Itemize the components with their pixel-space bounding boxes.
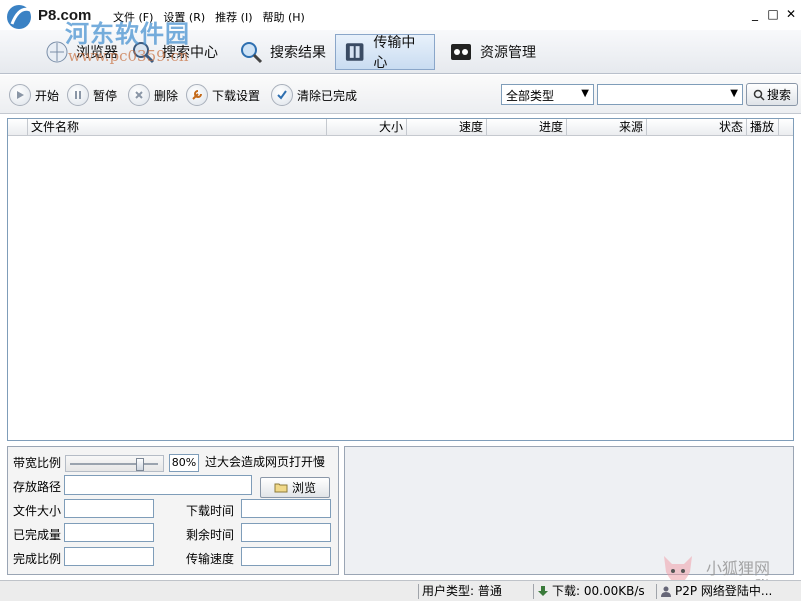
save-path-label: 存放路径	[13, 480, 62, 494]
download-speed-text: 下载: 00.00KB/s	[552, 584, 645, 598]
tab-resource-manager[interactable]: 资源管理	[442, 34, 542, 70]
clear-completed-label: 清除已完成	[297, 88, 358, 103]
status-divider	[656, 584, 657, 599]
bandwidth-slider[interactable]	[65, 455, 164, 472]
downloaded-field	[64, 523, 154, 542]
download-time-label: 下载时间	[186, 504, 235, 518]
transfer-speed-field	[241, 547, 331, 566]
download-time-field	[241, 499, 331, 518]
browse-button[interactable]: 浏览	[260, 477, 330, 498]
delete-x-icon	[128, 84, 150, 106]
type-filter-select[interactable]: 全部类型 ▼	[501, 84, 594, 105]
status-bar: 用户类型: 普通 下载: 00.00KB/s P2P 网络登陆中...	[0, 580, 801, 601]
pause-icon	[67, 84, 89, 106]
download-settings-label: 下载设置	[212, 88, 261, 103]
column-header-status[interactable]: 状态	[647, 119, 747, 136]
type-filter-value: 全部类型	[506, 89, 555, 103]
list-header: 文件名称 大小 速度 进度 来源 状态 播放	[8, 119, 793, 136]
chevron-down-icon: ▼	[581, 88, 589, 99]
completion-ratio-field	[64, 547, 154, 566]
column-header-progress[interactable]: 进度	[487, 119, 567, 136]
close-button[interactable]: ✕	[785, 7, 797, 21]
tab-search-results[interactable]: 搜索结果	[232, 34, 332, 70]
status-divider	[418, 584, 419, 599]
transfer-settings-panel: 带宽比例 80% 过大会造成网页打开慢 存放路径 浏览 文件大小 下载时间 已完…	[7, 446, 339, 575]
status-divider	[533, 584, 534, 599]
bandwidth-percent: 80%	[169, 454, 199, 472]
downloaded-label: 已完成量	[13, 528, 62, 542]
tab-label: 搜索结果	[270, 45, 326, 61]
search-button-label: 搜索	[766, 88, 791, 102]
download-settings-button[interactable]: 下载设置	[186, 83, 260, 107]
slider-groove	[70, 463, 158, 465]
start-label: 开始	[35, 88, 60, 103]
user-type-status: 用户类型: 普通	[422, 584, 502, 598]
folder-icon	[274, 483, 288, 493]
list-header-spacer	[8, 119, 28, 136]
window-controls: _ □ ✕	[749, 7, 797, 21]
pause-button[interactable]: 暂停	[67, 83, 117, 107]
magnifier-icon	[241, 42, 263, 64]
wrench-icon	[186, 84, 208, 106]
clear-completed-button[interactable]: 清除已完成	[271, 83, 357, 107]
download-arrow-icon	[538, 586, 548, 596]
p2p-status: P2P 网络登陆中...	[661, 583, 797, 600]
menu-recommend[interactable]: 推荐 (I)	[214, 9, 253, 25]
watermark-site-name: 河东软件园	[65, 19, 190, 48]
column-header-size[interactable]: 大小	[327, 119, 407, 136]
file-size-field	[64, 499, 154, 518]
corner-watermark-text: 小狐狸网	[706, 559, 771, 578]
minimize-button[interactable]: _	[749, 7, 761, 21]
checkmark-icon	[271, 84, 293, 106]
slider-thumb[interactable]	[136, 458, 145, 471]
bandwidth-label: 带宽比例	[13, 456, 62, 470]
transfer-file-list[interactable]: 文件名称 大小 速度 进度 来源 状态 播放	[7, 118, 794, 441]
save-path-field[interactable]	[64, 475, 252, 495]
p8-logo-icon	[7, 5, 31, 29]
column-header-filename[interactable]: 文件名称	[28, 119, 327, 136]
maximize-button[interactable]: □	[767, 7, 779, 21]
tab-label: 传输中心	[373, 35, 416, 71]
tab-label: 资源管理	[480, 45, 536, 61]
browse-label: 浏览	[291, 481, 316, 495]
delete-button[interactable]: 删除	[128, 83, 178, 107]
film-icon	[451, 44, 471, 60]
p2p-status-text: P2P 网络登陆中...	[675, 584, 773, 598]
column-header-speed[interactable]: 速度	[407, 119, 487, 136]
pause-label: 暂停	[93, 88, 118, 103]
search-icon	[753, 89, 765, 101]
file-size-label: 文件大小	[13, 504, 62, 518]
remaining-time-label: 剩余时间	[186, 528, 235, 542]
completion-ratio-label: 完成比例	[13, 552, 62, 566]
watermark-site-url: www.pc0359.cn	[68, 47, 189, 65]
start-button[interactable]: 开始	[9, 83, 59, 107]
column-header-play[interactable]: 播放	[747, 119, 779, 136]
transfer-speed-label: 传输速度	[186, 552, 235, 566]
remaining-time-field	[241, 523, 331, 542]
chevron-down-icon: ▼	[730, 88, 738, 99]
user-icon	[661, 586, 671, 597]
download-speed-status: 下载: 00.00KB/s	[538, 583, 645, 600]
menu-help[interactable]: 帮助 (H)	[261, 9, 305, 25]
play-icon	[9, 84, 31, 106]
tab-transfer-center[interactable]: 传输中心	[335, 34, 435, 71]
search-input[interactable]: ▼	[597, 84, 743, 105]
transfer-icon	[345, 43, 364, 61]
delete-label: 删除	[154, 88, 179, 103]
column-header-source[interactable]: 来源	[567, 119, 647, 136]
bandwidth-hint: 过大会造成网页打开慢	[205, 455, 326, 469]
search-button[interactable]: 搜索	[746, 83, 798, 106]
